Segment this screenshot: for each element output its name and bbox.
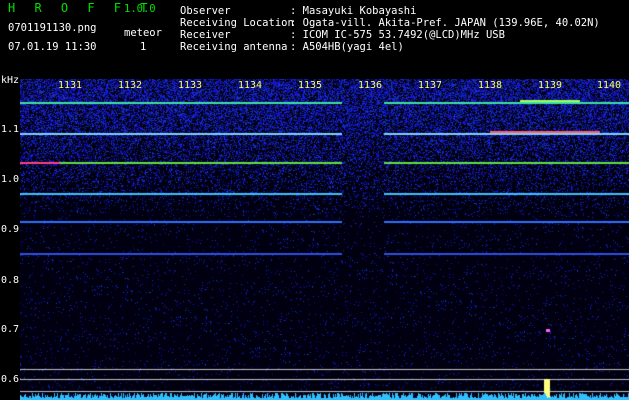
- meteor-label: meteor: [124, 27, 162, 39]
- y-axis-unit: kHz: [1, 75, 20, 86]
- receiver-value: : ICOM IC-575 53.7492(@LCD)MHz USB: [290, 29, 505, 41]
- observer-value: : Masayuki Kobayashi: [290, 5, 417, 17]
- app-version: 1.0.0: [124, 3, 156, 15]
- location-value: : Ogata-vill. Akita-Pref. JAPAN (139.96E…: [290, 17, 600, 29]
- y-tick-label: 0.9: [1, 224, 20, 235]
- location-label: Receiving Location: [180, 17, 294, 29]
- filename: 0701191130.png: [8, 22, 97, 34]
- x-tick-label: 1131: [58, 80, 83, 91]
- x-tick-label: 1139: [538, 80, 563, 91]
- y-axis: kHz 1.1 1.0 0.9 0.8 0.7 0.6: [0, 75, 20, 400]
- antenna-value: : A504HB(yagi 4el): [290, 41, 404, 53]
- datetime: 07.01.19 11:30: [8, 41, 97, 53]
- y-tick-label: 0.6: [1, 374, 20, 385]
- y-tick-label: 1.1: [1, 124, 20, 135]
- x-tick-label: 1138: [478, 80, 503, 91]
- header-panel: H R O F F T 1.0.0 0701191130.png 07.01.1…: [0, 0, 629, 78]
- spectrogram-canvas: [20, 79, 629, 400]
- y-tick-label: 0.8: [1, 275, 20, 286]
- antenna-label: Receiving antenna: [180, 41, 288, 53]
- x-tick-label: 1140: [597, 80, 622, 91]
- y-tick-label: 0.7: [1, 324, 20, 335]
- observer-label: Observer: [180, 5, 231, 17]
- y-tick-label: 1.0: [1, 174, 20, 185]
- receiver-label: Receiver: [180, 29, 231, 41]
- x-tick-label: 1133: [178, 80, 203, 91]
- x-tick-label: 1134: [238, 80, 263, 91]
- x-tick-label: 1137: [418, 80, 443, 91]
- x-tick-label: 1132: [118, 80, 143, 91]
- meteor-count: 1: [140, 41, 147, 53]
- x-tick-label: 1136: [358, 80, 383, 91]
- x-tick-label: 1135: [298, 80, 323, 91]
